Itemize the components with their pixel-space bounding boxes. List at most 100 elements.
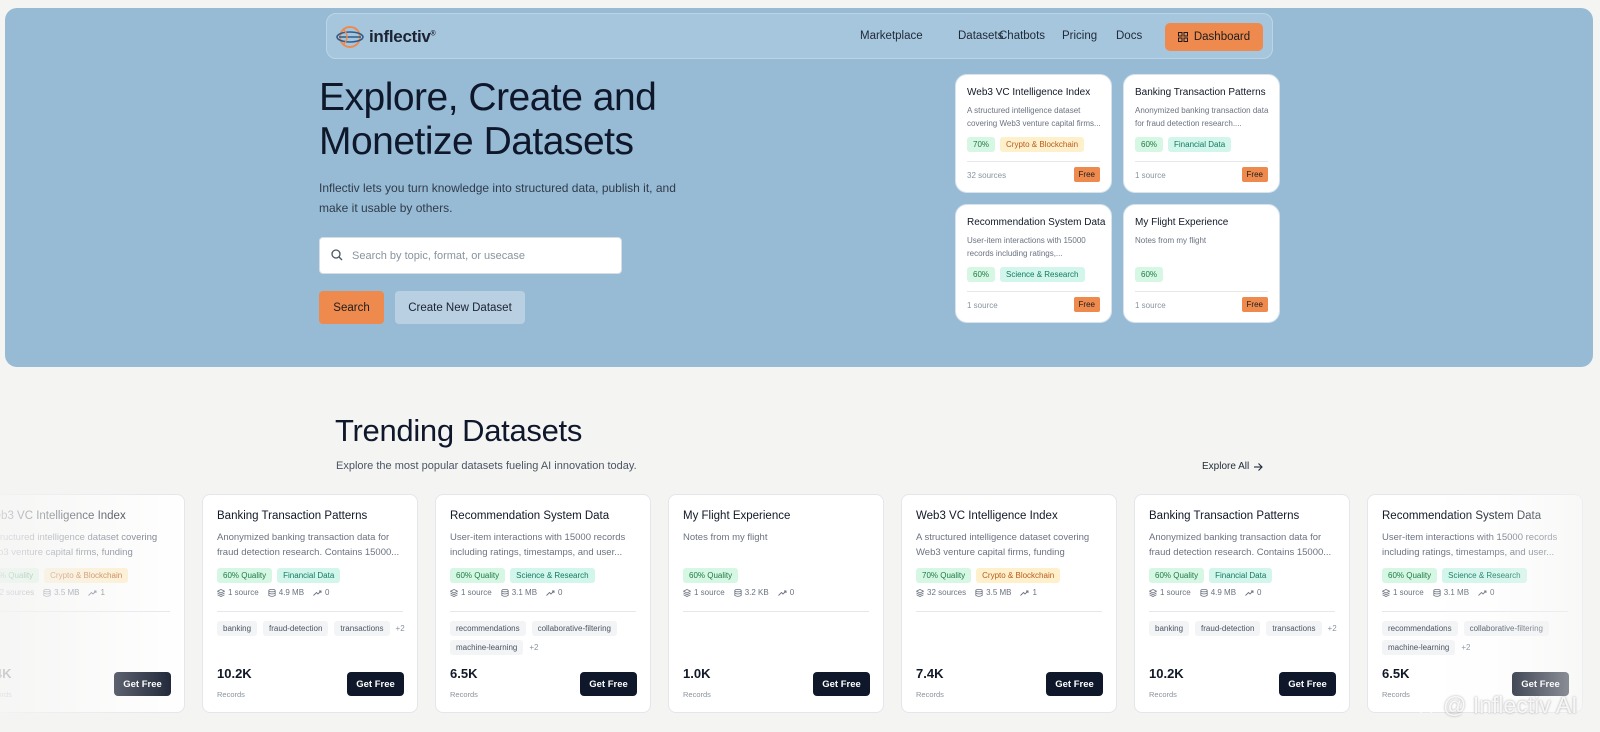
keyword-tag[interactable]: banking (1149, 621, 1190, 636)
trending-up-icon (546, 589, 555, 597)
featured-card[interactable]: My Flight Experience Notes from my fligh… (1123, 204, 1280, 323)
size-value: 4.9 MB (1210, 588, 1237, 597)
dataset-card[interactable]: Banking Transaction Patterns Anonymized b… (1134, 494, 1350, 713)
card-description: User-item interactions with 15000 record… (450, 532, 626, 558)
dataset-card[interactable]: Recommendation System Data User-item inte… (435, 494, 651, 713)
keyword-tag[interactable]: machine-learning (450, 640, 524, 655)
database-icon (43, 588, 51, 597)
layers-icon (1149, 588, 1157, 597)
dataset-card[interactable]: Web3 VC Intelligence Index A structured i… (901, 494, 1117, 713)
sources-stat: 1 source (1382, 588, 1424, 597)
search-input[interactable] (352, 246, 612, 266)
trend-stat: 0 (313, 588, 329, 597)
keyword-tag[interactable]: transactions (334, 621, 390, 636)
arrow-right-icon (1254, 462, 1264, 471)
trending-up-icon (1478, 589, 1487, 597)
sources-count: 1 source (694, 588, 725, 597)
quality-badge: 70% Quality (916, 568, 972, 583)
explore-all-link[interactable]: Explore All (1202, 461, 1264, 472)
size-value: 4.9 MB (278, 588, 305, 597)
divider (967, 291, 1100, 292)
nav-datasets[interactable]: Datasets (958, 30, 1003, 42)
database-icon (975, 588, 983, 597)
more-tags-count[interactable]: +2 (396, 621, 405, 636)
divider (217, 611, 403, 612)
keyword-tag[interactable]: transactions (1266, 621, 1322, 636)
featured-card[interactable]: Recommendation System Data User-item int… (955, 204, 1112, 323)
size-value: 3.5 MB (54, 588, 80, 597)
keyword-tag[interactable]: machine-learning (1382, 640, 1456, 655)
create-dataset-button[interactable]: Create New Dataset (395, 291, 525, 324)
explore-all-label: Explore All (1202, 461, 1250, 472)
divider (1135, 161, 1268, 162)
dataset-card[interactable]: Banking Transaction Patterns Anonymized b… (202, 494, 418, 713)
size-stat: 3.5 MB (975, 588, 1011, 597)
dataset-card[interactable]: My Flight Experience Notes from my flight… (668, 494, 884, 713)
trend-stat: 0 (777, 588, 794, 597)
watermark-logo-icon (1413, 698, 1439, 713)
category-badge: Financial Data (1209, 568, 1273, 583)
get-free-button[interactable]: Get Free (1046, 672, 1103, 696)
grid-icon (1177, 32, 1188, 42)
nav-docs[interactable]: Docs (1116, 30, 1142, 42)
quality-badge: 60% Quality (217, 568, 273, 583)
watermark: @ Inflectiv AI (1413, 692, 1578, 719)
price-badge: Free (1241, 297, 1268, 312)
card-title: Web3 VC Intelligence Index (0, 510, 126, 522)
get-free-button[interactable]: Get Free (347, 672, 404, 696)
nav-pricing[interactable]: Pricing (1062, 30, 1097, 42)
inflectiv-logo-icon[interactable] (335, 24, 365, 50)
database-icon (734, 588, 742, 597)
keyword-tag[interactable]: recommendations (450, 621, 526, 636)
search-button[interactable]: Search (319, 291, 384, 324)
more-tags-count[interactable]: +2 (529, 640, 538, 655)
category-badge: Crypto & Blockchain (976, 568, 1061, 583)
layers-icon (450, 588, 458, 597)
featured-card[interactable]: Web3 VC Intelligence Index A structured … (955, 74, 1112, 193)
layers-icon (217, 588, 225, 597)
keyword-tag[interactable]: collaborative-filtering (531, 621, 617, 636)
price-badge: Free (1073, 167, 1100, 182)
keyword-tags: recommendations collaborative-filtering ma… (450, 621, 640, 655)
trend-value: 1 (100, 588, 105, 597)
dataset-card[interactable]: Recommendation System Data User-item inte… (1367, 494, 1583, 713)
get-free-button[interactable]: Get Free (1279, 672, 1336, 696)
dashboard-button[interactable]: Dashboard (1165, 23, 1263, 51)
keyword-tag[interactable]: recommendations (1382, 621, 1458, 636)
card-title: Recommendation System Data (967, 217, 1106, 228)
sources-count: 1 source (967, 301, 998, 310)
divider (1149, 611, 1335, 612)
keyword-tag[interactable]: fraud-detection (1195, 621, 1261, 636)
nav-marketplace[interactable]: Marketplace (860, 30, 923, 42)
get-free-button[interactable]: Get Free (580, 672, 637, 696)
card-description: Notes from my flight (683, 532, 768, 543)
more-tags-count[interactable]: +2 (1328, 621, 1337, 636)
top-nav: inflectiv® Marketplace Datasets Chatbots… (326, 13, 1273, 59)
sources-stat: 32 sources (0, 588, 34, 597)
get-free-button[interactable]: Get Free (114, 672, 171, 696)
records-label: Records (450, 690, 478, 699)
nav-chatbots[interactable]: Chatbots (999, 30, 1045, 42)
keyword-tag[interactable]: fraud-detection (263, 621, 329, 636)
trend-value: 0 (558, 588, 563, 597)
keyword-tag[interactable]: banking (217, 621, 258, 636)
card-title: My Flight Experience (683, 510, 791, 522)
sources-count: 1 source (1160, 588, 1191, 597)
trend-stat: 0 (546, 588, 562, 597)
size-stat: 4.9 MB (1200, 588, 1236, 597)
divider (1382, 611, 1568, 612)
card-description: A structured intelligence dataset coveri… (967, 106, 1101, 128)
size-stat: 4.9 MB (268, 588, 304, 597)
featured-card[interactable]: Banking Transaction Patterns Anonymized … (1123, 74, 1280, 193)
brand-name[interactable]: inflectiv® (369, 27, 436, 47)
records-label: Records (0, 690, 12, 699)
trending-up-icon (1020, 589, 1029, 597)
keyword-tags: banking fraud-detection transactions +2 (217, 621, 407, 636)
size-stat: 3.2 KB (734, 588, 769, 597)
get-free-button[interactable]: Get Free (813, 672, 870, 696)
card-title: Banking Transaction Patterns (1135, 87, 1266, 98)
keyword-tag[interactable]: collaborative-filtering (1463, 621, 1549, 636)
dataset-card[interactable]: Web3 VC Intelligence Index A structured i… (0, 494, 185, 713)
records-count: 10.2K (1149, 666, 1184, 681)
more-tags-count[interactable]: +2 (1461, 640, 1470, 655)
